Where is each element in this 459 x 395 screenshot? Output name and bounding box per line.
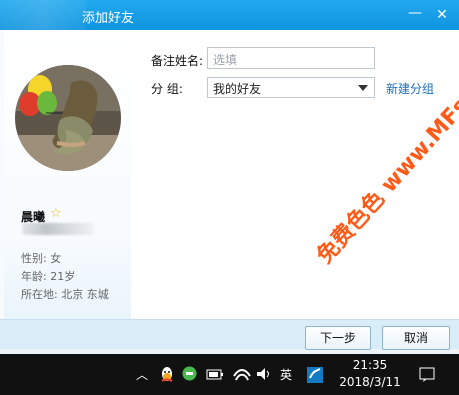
- remark-label: 备注姓名:: [151, 54, 204, 68]
- volume-icon[interactable]: [255, 366, 272, 385]
- group-label: 分 组:: [151, 82, 183, 96]
- profile-age: 年龄: 21岁: [21, 270, 76, 283]
- new-group-link[interactable]: 新建分组: [386, 80, 434, 97]
- profile-location: 所在地: 北京 东城: [21, 288, 109, 301]
- blurred-account-id: [22, 223, 94, 235]
- profile-photo: [15, 65, 121, 171]
- wechat-icon[interactable]: [181, 365, 198, 385]
- window-title: 添加好友: [82, 11, 135, 26]
- remark-input[interactable]: 选填: [207, 47, 375, 69]
- group-select[interactable]: 我的好友: [207, 77, 375, 98]
- wifi-icon[interactable]: [233, 366, 251, 385]
- form-panel: [131, 30, 459, 319]
- avatar: [15, 65, 121, 171]
- title-bar: 添加好友 — ✕: [0, 0, 459, 30]
- clock-date: 2018/3/11: [339, 375, 401, 389]
- taskbar: ︿ 英 21:35 2018/3/11: [0, 354, 459, 395]
- cancel-button[interactable]: 取消: [382, 326, 450, 350]
- group-selected-value: 我的好友: [213, 82, 262, 96]
- profile-gender: 性别: 女: [21, 252, 62, 265]
- battery-icon[interactable]: [206, 367, 224, 384]
- chevron-down-icon[interactable]: [358, 85, 368, 91]
- clock-time: 21:35: [352, 358, 388, 372]
- system-clock[interactable]: 21:35 2018/3/11: [336, 357, 404, 391]
- qq-icon[interactable]: [159, 366, 175, 387]
- notification-icon[interactable]: [418, 366, 436, 386]
- close-button[interactable]: ✕: [431, 5, 453, 25]
- profile-panel: 晨曦 ☆ 性别: 女 年龄: 21岁 所在地: 北京 东城: [4, 30, 132, 319]
- minimize-button[interactable]: —: [404, 3, 426, 23]
- vip-star-icon: ☆: [50, 206, 62, 221]
- next-button[interactable]: 下一步: [305, 326, 371, 350]
- input-language[interactable]: 英: [280, 368, 292, 382]
- security-icon[interactable]: [306, 366, 324, 387]
- blurred-qq-logo: [0, 0, 86, 30]
- chevron-up-icon[interactable]: ︿: [136, 368, 148, 382]
